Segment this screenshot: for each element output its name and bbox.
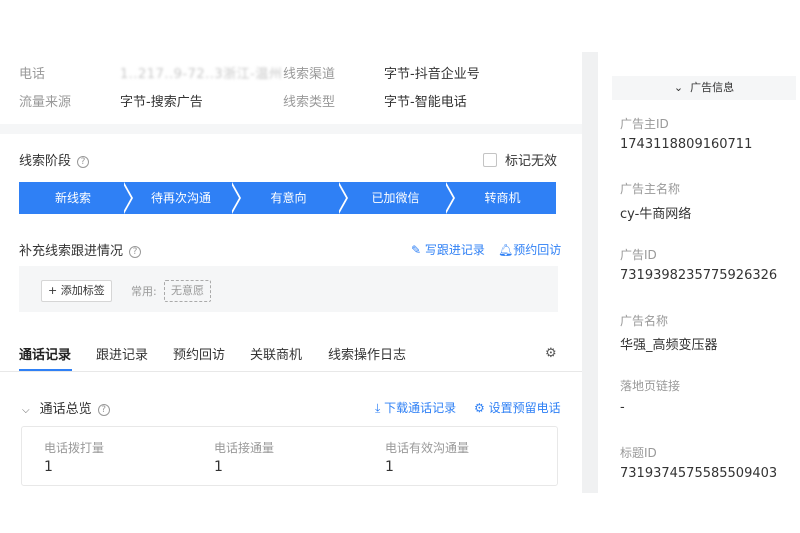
chevron-down-icon: ⌄ [673,81,684,94]
chevron-down-icon[interactable]: ⌵ [22,405,30,416]
section-separator [0,124,582,134]
ad-name-label: 广告名称 [620,314,669,328]
phone-row: 电话 [19,63,45,82]
bell-icon: 🔔︎ [498,243,514,257]
help-icon[interactable]: ? [97,404,110,416]
settings-icon: ⚙ [474,401,485,415]
ad-id-label: 广告ID [620,248,657,262]
source-value: 字节-搜索广告 [120,95,203,110]
type-value: 字节-智能电话 [384,95,467,110]
title-id-label: 标题ID [620,446,657,460]
phone-label: 电话 [19,67,46,82]
source-label: 流量来源 [19,95,72,110]
add-tag-button[interactable]: + 添加标签 [41,280,112,302]
stage-step-intent[interactable]: 有意向 [235,182,342,214]
help-icon[interactable]: ? [129,246,142,258]
mark-invalid-checkbox[interactable]: 标记无效 [483,150,557,169]
write-record-link[interactable]: ✎ 写跟进记录 [411,241,485,258]
stat-label-effective: 电话有效沟通量 [385,441,470,455]
stage-arrow [444,182,453,214]
tab-operation-log[interactable]: 线索操作日志 [328,344,406,363]
type-label: 线索类型 [283,95,336,110]
panel-divider [582,52,598,493]
title-id-value: 7319374575585509403 [620,466,778,481]
record-tabs: 通话记录 跟进记录 预约回访 关联商机 线索操作日志 ⚙ [0,344,582,372]
stage-step-recontact[interactable]: 待再次沟通 [127,182,235,214]
advertiser-id-value: 1743118809160711 [620,137,753,152]
stage-arrow [122,182,131,214]
tab-follow-records[interactable]: 跟进记录 [96,344,148,363]
stage-progress-bar: 新线索 待再次沟通 有意向 已加微信 转商机 [19,182,556,214]
landing-page-value: - [620,400,625,415]
tab-call-records[interactable]: 通话记录 [19,344,71,363]
set-reserved-phone-link[interactable]: ⚙ 设置预留电话 [474,399,561,416]
advertiser-name-value: cy-牛商网络 [620,207,692,222]
download-call-records-link[interactable]: ⤓ 下载通话记录 [375,399,456,416]
stage-step-opportunity[interactable]: 转商机 [449,182,556,214]
stage-step-wechat[interactable]: 已加微信 [342,182,449,214]
phone-value: 1..217..9-72..3浙江-温州 [120,67,283,82]
advertiser-id-label: 广告主ID [620,117,669,131]
tag-no-intent[interactable]: 无意愿 [164,280,211,302]
channel-value: 字节-抖音企业号 [384,67,480,82]
active-tab-indicator [19,369,72,371]
mark-invalid-label: 标记无效 [505,154,558,169]
landing-page-label: 落地页链接 [620,379,681,393]
lead-main-panel: 电话 1..217..9-72..3浙江-温州 线索渠道 字节-抖音企业号 流量… [0,52,582,493]
tab-appointments[interactable]: 预约回访 [173,344,225,363]
ad-info-header[interactable]: ⌄ 广告信息 [612,76,796,100]
stat-label-dialed: 电话拨打量 [44,441,105,455]
gear-icon[interactable]: ⚙ [545,346,557,361]
call-overview-title[interactable]: ⌵ 通话总览? [22,398,110,417]
pencil-icon: ✎ [411,243,422,257]
common-tags-label: 常用: [131,285,157,298]
tab-linked-opportunities[interactable]: 关联商机 [250,344,302,363]
stage-section-title: 线索阶段? [19,150,90,169]
ad-info-panel: ⌄ 广告信息 广告主ID 1743118809160711 广告主名称 cy-牛… [598,52,800,533]
call-stats-card: 电话拨打量 1 电话接通量 1 电话有效沟通量 1 [21,426,558,486]
tag-area: + 添加标签 常用: 无意愿 [19,266,558,312]
help-icon[interactable]: ? [77,156,90,168]
plus-icon: + [48,284,58,297]
appointment-link[interactable]: 🔔︎预约回访 [498,241,561,258]
lead-detail-page: 电话 1..217..9-72..3浙江-温州 线索渠道 字节-抖音企业号 流量… [0,0,800,533]
stage-step-new[interactable]: 新线索 [19,182,127,214]
channel-label: 线索渠道 [283,67,336,82]
stat-value-connected: 1 [214,459,223,475]
ad-name-value: 华强_高频变压器 [620,338,718,353]
stat-label-connected: 电话接通量 [214,441,275,455]
download-icon: ⤓ [375,401,381,415]
follow-section-title: 补充线索跟进情况? [19,240,142,259]
stage-arrow [230,182,239,214]
ad-id-value: 7319398235775926326 [620,268,778,283]
advertiser-name-label: 广告主名称 [620,182,681,196]
checkbox-icon[interactable] [483,153,497,167]
stat-value-dialed: 1 [44,459,53,475]
stage-arrow [337,182,346,214]
stat-value-effective: 1 [385,459,394,475]
